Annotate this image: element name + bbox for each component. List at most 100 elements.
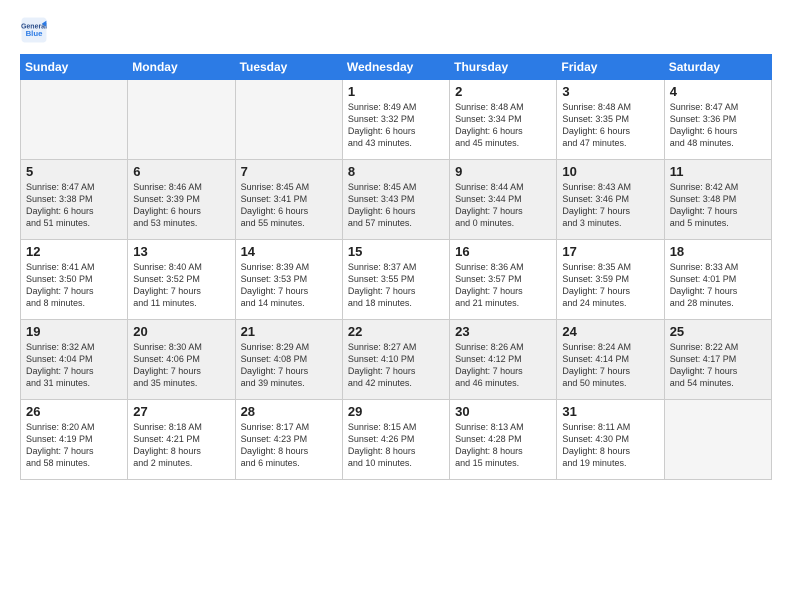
cell-sun-info: Sunrise: 8:44 AM Sunset: 3:44 PM Dayligh… <box>455 181 551 230</box>
day-number: 1 <box>348 84 444 99</box>
cell-sun-info: Sunrise: 8:24 AM Sunset: 4:14 PM Dayligh… <box>562 341 658 390</box>
calendar-cell: 1 Sunrise: 8:49 AM Sunset: 3:32 PM Daylig… <box>342 80 449 160</box>
weekday-header-sunday: Sunday <box>21 55 128 80</box>
day-number: 30 <box>455 404 551 419</box>
calendar-cell: 6 Sunrise: 8:46 AM Sunset: 3:39 PM Daylig… <box>128 160 235 240</box>
day-number: 19 <box>26 324 122 339</box>
day-number: 7 <box>241 164 337 179</box>
day-number: 25 <box>670 324 766 339</box>
calendar-cell: 2 Sunrise: 8:48 AM Sunset: 3:34 PM Daylig… <box>450 80 557 160</box>
day-number: 26 <box>26 404 122 419</box>
day-number: 6 <box>133 164 229 179</box>
logo: General Blue <box>20 16 48 44</box>
calendar-cell: 19 Sunrise: 8:32 AM Sunset: 4:04 PM Dayli… <box>21 320 128 400</box>
calendar-cell: 23 Sunrise: 8:26 AM Sunset: 4:12 PM Dayli… <box>450 320 557 400</box>
cell-sun-info: Sunrise: 8:22 AM Sunset: 4:17 PM Dayligh… <box>670 341 766 390</box>
calendar-cell: 5Sunrise: 8:47 AM Sunset: 3:38 PM Daylig… <box>21 160 128 240</box>
calendar-cell: 20Sunrise: 8:30 AM Sunset: 4:06 PM Dayli… <box>128 320 235 400</box>
cell-sun-info: Sunrise: 8:48 AM Sunset: 3:34 PM Dayligh… <box>455 101 551 150</box>
calendar-cell <box>235 80 342 160</box>
cell-sun-info: Sunrise: 8:39 AM Sunset: 3:53 PM Dayligh… <box>241 261 337 310</box>
calendar-cell: 4 Sunrise: 8:47 AM Sunset: 3:36 PM Daylig… <box>664 80 771 160</box>
calendar-cell: 8 Sunrise: 8:45 AM Sunset: 3:43 PM Daylig… <box>342 160 449 240</box>
cell-sun-info: Sunrise: 8:42 AM Sunset: 3:48 PM Dayligh… <box>670 181 766 230</box>
calendar-cell: 30 Sunrise: 8:13 AM Sunset: 4:28 PM Dayli… <box>450 400 557 480</box>
cell-sun-info: Sunrise: 8:35 AM Sunset: 3:59 PM Dayligh… <box>562 261 658 310</box>
day-number: 8 <box>348 164 444 179</box>
calendar-cell: 7 Sunrise: 8:45 AM Sunset: 3:41 PM Daylig… <box>235 160 342 240</box>
calendar-week-row: 5Sunrise: 8:47 AM Sunset: 3:38 PM Daylig… <box>21 160 772 240</box>
calendar-cell: 22 Sunrise: 8:27 AM Sunset: 4:10 PM Dayli… <box>342 320 449 400</box>
weekday-header-thursday: Thursday <box>450 55 557 80</box>
cell-sun-info: Sunrise: 8:46 AM Sunset: 3:39 PM Dayligh… <box>133 181 229 230</box>
calendar-cell: 3 Sunrise: 8:48 AM Sunset: 3:35 PM Daylig… <box>557 80 664 160</box>
day-number: 14 <box>241 244 337 259</box>
cell-sun-info: Sunrise: 8:15 AM Sunset: 4:26 PM Dayligh… <box>348 421 444 470</box>
calendar-cell <box>21 80 128 160</box>
cell-sun-info: Sunrise: 8:43 AM Sunset: 3:46 PM Dayligh… <box>562 181 658 230</box>
calendar-header-row: SundayMondayTuesdayWednesdayThursdayFrid… <box>21 55 772 80</box>
day-number: 18 <box>670 244 766 259</box>
cell-sun-info: Sunrise: 8:17 AM Sunset: 4:23 PM Dayligh… <box>241 421 337 470</box>
cell-sun-info: Sunrise: 8:29 AM Sunset: 4:08 PM Dayligh… <box>241 341 337 390</box>
calendar-cell: 28Sunrise: 8:17 AM Sunset: 4:23 PM Dayli… <box>235 400 342 480</box>
day-number: 22 <box>348 324 444 339</box>
day-number: 23 <box>455 324 551 339</box>
cell-sun-info: Sunrise: 8:45 AM Sunset: 3:41 PM Dayligh… <box>241 181 337 230</box>
cell-sun-info: Sunrise: 8:37 AM Sunset: 3:55 PM Dayligh… <box>348 261 444 310</box>
cell-sun-info: Sunrise: 8:30 AM Sunset: 4:06 PM Dayligh… <box>133 341 229 390</box>
weekday-header-monday: Monday <box>128 55 235 80</box>
cell-sun-info: Sunrise: 8:11 AM Sunset: 4:30 PM Dayligh… <box>562 421 658 470</box>
cell-sun-info: Sunrise: 8:45 AM Sunset: 3:43 PM Dayligh… <box>348 181 444 230</box>
header: General Blue <box>20 16 772 44</box>
cell-sun-info: Sunrise: 8:40 AM Sunset: 3:52 PM Dayligh… <box>133 261 229 310</box>
calendar-cell: 11Sunrise: 8:42 AM Sunset: 3:48 PM Dayli… <box>664 160 771 240</box>
calendar-cell: 31Sunrise: 8:11 AM Sunset: 4:30 PM Dayli… <box>557 400 664 480</box>
day-number: 13 <box>133 244 229 259</box>
calendar-cell: 24 Sunrise: 8:24 AM Sunset: 4:14 PM Dayli… <box>557 320 664 400</box>
calendar-week-row: 1 Sunrise: 8:49 AM Sunset: 3:32 PM Daylig… <box>21 80 772 160</box>
calendar-table: SundayMondayTuesdayWednesdayThursdayFrid… <box>20 54 772 480</box>
cell-sun-info: Sunrise: 8:49 AM Sunset: 3:32 PM Dayligh… <box>348 101 444 150</box>
day-number: 3 <box>562 84 658 99</box>
calendar-cell <box>664 400 771 480</box>
cell-sun-info: Sunrise: 8:47 AM Sunset: 3:38 PM Dayligh… <box>26 181 122 230</box>
weekday-header-friday: Friday <box>557 55 664 80</box>
calendar-cell: 12Sunrise: 8:41 AM Sunset: 3:50 PM Dayli… <box>21 240 128 320</box>
calendar-cell: 9 Sunrise: 8:44 AM Sunset: 3:44 PM Daylig… <box>450 160 557 240</box>
cell-sun-info: Sunrise: 8:27 AM Sunset: 4:10 PM Dayligh… <box>348 341 444 390</box>
day-number: 24 <box>562 324 658 339</box>
day-number: 15 <box>348 244 444 259</box>
weekday-header-saturday: Saturday <box>664 55 771 80</box>
calendar-cell: 29Sunrise: 8:15 AM Sunset: 4:26 PM Dayli… <box>342 400 449 480</box>
calendar-cell: 15 Sunrise: 8:37 AM Sunset: 3:55 PM Dayli… <box>342 240 449 320</box>
cell-sun-info: Sunrise: 8:32 AM Sunset: 4:04 PM Dayligh… <box>26 341 122 390</box>
calendar-cell <box>128 80 235 160</box>
day-number: 17 <box>562 244 658 259</box>
cell-sun-info: Sunrise: 8:33 AM Sunset: 4:01 PM Dayligh… <box>670 261 766 310</box>
day-number: 2 <box>455 84 551 99</box>
calendar-cell: 16Sunrise: 8:36 AM Sunset: 3:57 PM Dayli… <box>450 240 557 320</box>
calendar-cell: 14 Sunrise: 8:39 AM Sunset: 3:53 PM Dayli… <box>235 240 342 320</box>
day-number: 27 <box>133 404 229 419</box>
calendar-cell: 10 Sunrise: 8:43 AM Sunset: 3:46 PM Dayli… <box>557 160 664 240</box>
cell-sun-info: Sunrise: 8:26 AM Sunset: 4:12 PM Dayligh… <box>455 341 551 390</box>
day-number: 21 <box>241 324 337 339</box>
calendar-cell: 13 Sunrise: 8:40 AM Sunset: 3:52 PM Dayli… <box>128 240 235 320</box>
cell-sun-info: Sunrise: 8:20 AM Sunset: 4:19 PM Dayligh… <box>26 421 122 470</box>
day-number: 4 <box>670 84 766 99</box>
page-container: General Blue SundayMondayTuesdayWednesda… <box>0 0 792 490</box>
day-number: 10 <box>562 164 658 179</box>
day-number: 16 <box>455 244 551 259</box>
cell-sun-info: Sunrise: 8:48 AM Sunset: 3:35 PM Dayligh… <box>562 101 658 150</box>
cell-sun-info: Sunrise: 8:18 AM Sunset: 4:21 PM Dayligh… <box>133 421 229 470</box>
cell-sun-info: Sunrise: 8:13 AM Sunset: 4:28 PM Dayligh… <box>455 421 551 470</box>
cell-sun-info: Sunrise: 8:47 AM Sunset: 3:36 PM Dayligh… <box>670 101 766 150</box>
calendar-cell: 21 Sunrise: 8:29 AM Sunset: 4:08 PM Dayli… <box>235 320 342 400</box>
calendar-week-row: 19 Sunrise: 8:32 AM Sunset: 4:04 PM Dayli… <box>21 320 772 400</box>
calendar-cell: 25 Sunrise: 8:22 AM Sunset: 4:17 PM Dayli… <box>664 320 771 400</box>
calendar-week-row: 12Sunrise: 8:41 AM Sunset: 3:50 PM Dayli… <box>21 240 772 320</box>
day-number: 9 <box>455 164 551 179</box>
calendar-cell: 18 Sunrise: 8:33 AM Sunset: 4:01 PM Dayli… <box>664 240 771 320</box>
calendar-cell: 27 Sunrise: 8:18 AM Sunset: 4:21 PM Dayli… <box>128 400 235 480</box>
